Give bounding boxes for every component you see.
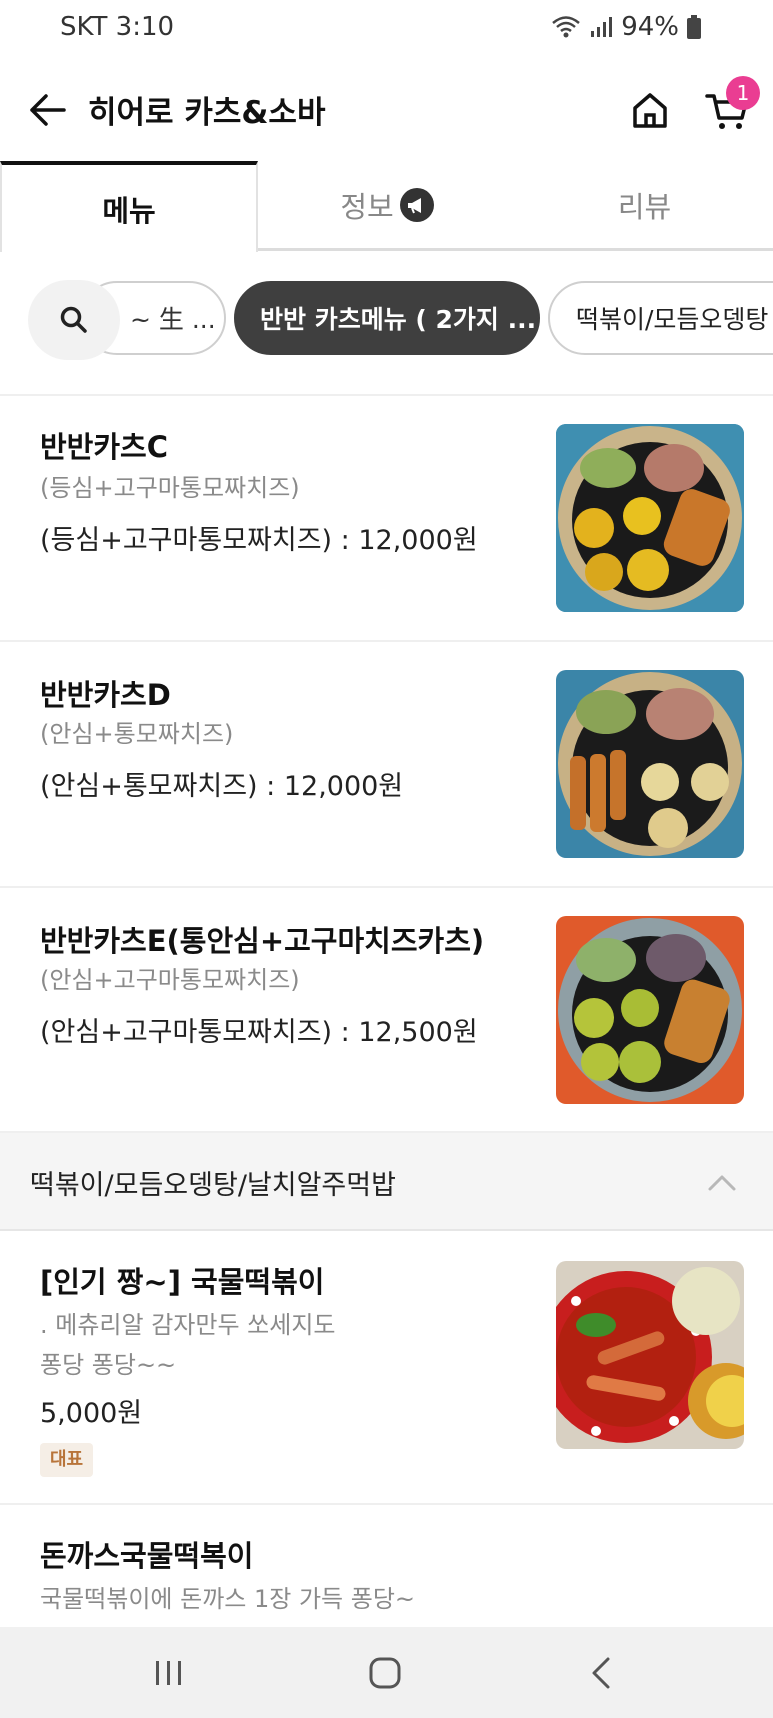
item-description: (안심+고구마통모짜치즈) xyxy=(40,966,300,994)
item-description: 퐁당 퐁당~~ xyxy=(40,1351,177,1379)
battery-percent: 94% xyxy=(621,12,679,42)
arrow-left-icon xyxy=(30,94,66,126)
representative-badge: 대표 xyxy=(40,1443,94,1477)
menu-item-photo xyxy=(556,916,744,1104)
tab-menu[interactable]: 메뉴 xyxy=(0,161,258,252)
item-price: (안심+통모짜치즈) : 12,000원 xyxy=(40,771,404,802)
item-price: (등심+고구마통모짜치즈) : 12,000원 xyxy=(40,525,478,556)
battery-icon xyxy=(687,15,701,39)
menu-item[interactable]: 반반카츠E(통안심+고구마치즈카츠) (안심+고구마통모짜치즈) (안심+고구마… xyxy=(0,888,773,1133)
section-title: 떡볶이/모듬오뎅탕/날치알주먹밥 xyxy=(30,1170,396,1201)
section-header[interactable]: 떡볶이/모듬오뎅탕/날치알주먹밥 xyxy=(0,1133,773,1231)
recent-apps-icon xyxy=(156,1661,181,1685)
carrier-time: SKT 3:10 xyxy=(60,12,175,42)
back-nav-button[interactable] xyxy=(580,1651,624,1695)
item-name: 돈까스국물떡복이 xyxy=(40,1539,254,1573)
tab-review-label: 리뷰 xyxy=(617,190,672,224)
menu-item[interactable]: [인기 짱~] 국물떡볶이 . 메츄리알 감자만두 쏘세지도 퐁당 퐁당~~ 5… xyxy=(0,1231,773,1505)
status-bar: SKT 3:10 94% xyxy=(0,0,773,58)
status-icons: 94% xyxy=(551,12,701,42)
item-description: (등심+고구마통모짜치즈) xyxy=(40,474,300,502)
chevron-left-icon xyxy=(592,1657,610,1689)
category-chip-label: ~ 生 ... xyxy=(130,305,216,334)
app-header: 히어로 카츠&소바 xyxy=(0,70,773,150)
item-description: 국물떡볶이에 돈까스 1장 가득 퐁당~ xyxy=(40,1585,416,1613)
wifi-icon xyxy=(551,14,581,40)
home-icon xyxy=(633,93,667,128)
home-nav-button[interactable] xyxy=(363,1651,407,1695)
item-price: 5,000원 xyxy=(40,1398,143,1429)
recent-apps-button[interactable] xyxy=(146,1651,190,1695)
menu-item[interactable]: 반반카츠C (등심+고구마통모짜치즈) (등심+고구마통모짜치즈) : 12,0… xyxy=(0,396,773,642)
category-chips: ~ 生 ... 반반 카츠메뉴 ( 2가지 ... 떡볶이/모듬오뎅탕 xyxy=(0,276,773,364)
menu-item[interactable]: 돈까스국물떡복이 국물떡볶이에 돈까스 1장 가득 퐁당~ xyxy=(0,1505,773,1627)
menu-item-photo xyxy=(556,1261,744,1449)
tab-info-label: 정보 xyxy=(340,190,394,224)
store-title: 히어로 카츠&소바 xyxy=(88,95,326,131)
menu-item-photo xyxy=(556,424,744,612)
search-icon xyxy=(60,306,87,333)
chevron-up-icon xyxy=(708,1175,736,1191)
back-button[interactable] xyxy=(26,88,70,132)
menu-item-photo xyxy=(556,670,744,858)
menu-item[interactable]: 반반카츠D (안심+통모짜치즈) (안심+통모짜치즈) : 12,000원 xyxy=(0,642,773,888)
item-name: 반반카츠E(통안심+고구마치즈카츠) xyxy=(40,924,485,958)
tab-bar: 메뉴 정보 리뷰 xyxy=(0,161,773,252)
home-button[interactable] xyxy=(628,88,672,132)
category-chip-label: 떡볶이/모듬오뎅탕 xyxy=(576,305,769,334)
signal-icon xyxy=(589,15,613,39)
item-name: [인기 짱~] 국물떡볶이 xyxy=(40,1265,325,1299)
item-price: (안심+고구마통모짜치즈) : 12,500원 xyxy=(40,1017,478,1048)
tab-review[interactable]: 리뷰 xyxy=(516,161,773,249)
tab-info[interactable]: 정보 xyxy=(258,161,516,249)
item-description: (안심+통모짜치즈) xyxy=(40,720,234,748)
collapse-toggle[interactable] xyxy=(706,1167,738,1199)
item-name: 반반카츠C xyxy=(40,430,169,464)
item-name: 반반카츠D xyxy=(40,678,171,712)
category-chip-label: 반반 카츠메뉴 ( 2가지 ... xyxy=(260,305,537,334)
category-chip-selected[interactable]: 반반 카츠메뉴 ( 2가지 ... xyxy=(234,281,540,355)
system-nav-bar xyxy=(0,1627,773,1718)
megaphone-icon xyxy=(399,188,434,222)
cart-count-badge: 1 xyxy=(726,76,760,110)
menu-search-button[interactable] xyxy=(28,280,120,360)
tab-menu-label: 메뉴 xyxy=(102,193,156,228)
home-circle-icon xyxy=(369,1657,401,1689)
item-description: . 메츄리알 감자만두 쏘세지도 xyxy=(40,1311,336,1339)
category-chip[interactable]: 떡볶이/모듬오뎅탕 xyxy=(548,281,773,355)
